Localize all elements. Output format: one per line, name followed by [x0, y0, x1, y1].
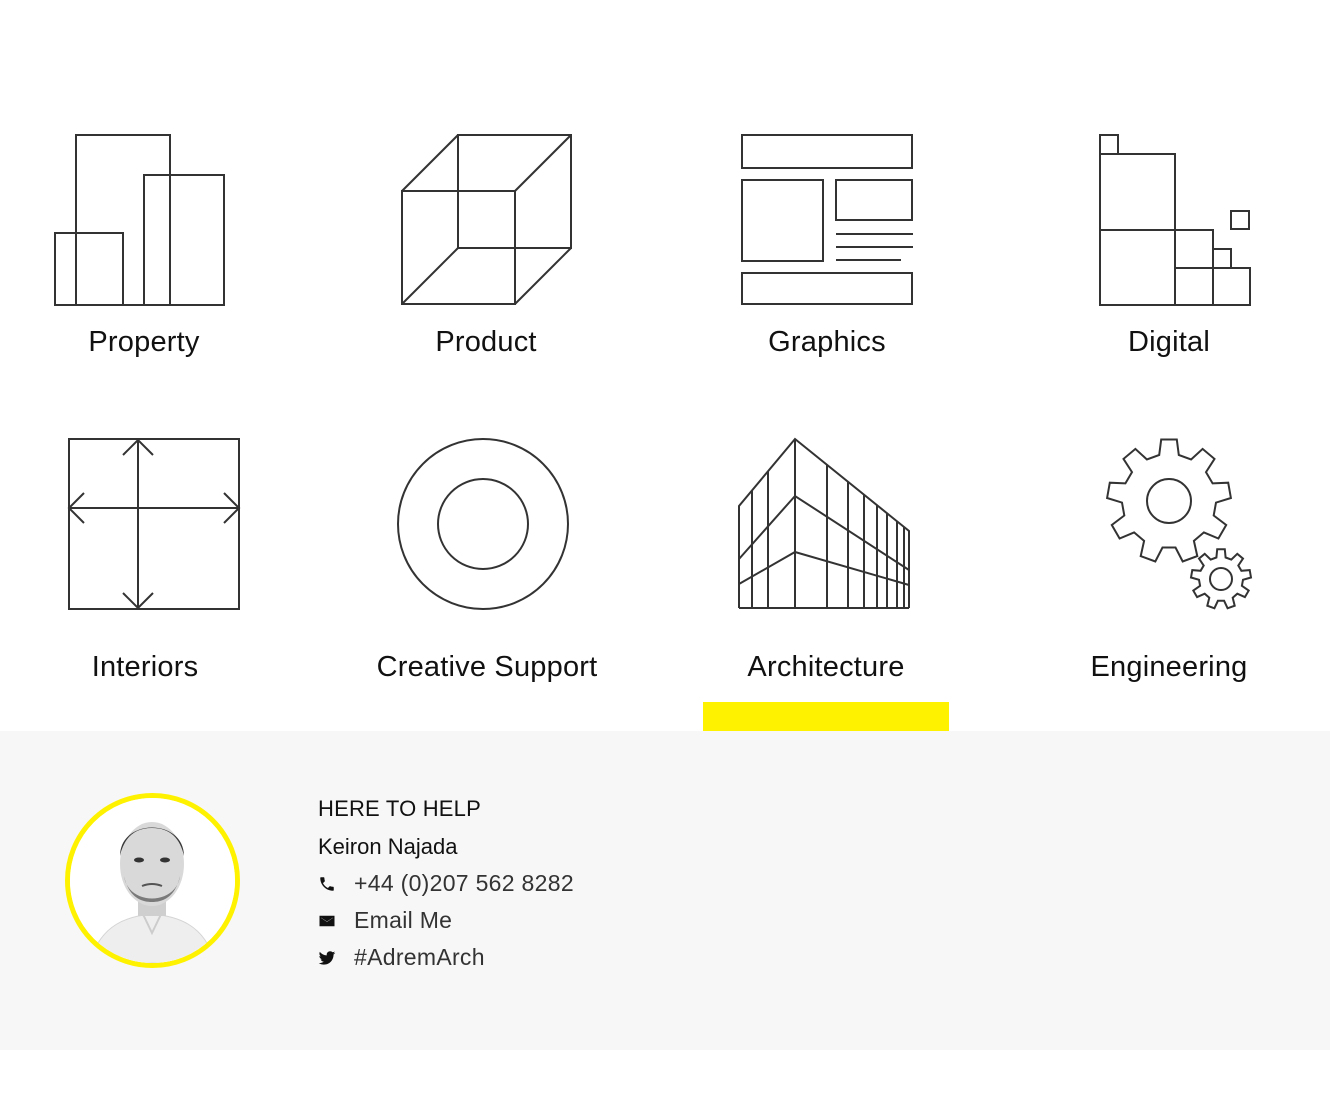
contact-details: HERE TO HELP Keiron Najada +44 (0)207 56… — [318, 792, 574, 976]
gears-icon — [1105, 438, 1253, 610]
layout-icon — [741, 134, 913, 305]
active-service-indicator — [703, 702, 949, 732]
cube-icon — [401, 134, 572, 305]
service-label: Property — [88, 326, 200, 358]
service-interiors[interactable]: Interiors — [0, 434, 295, 694]
property-buildings-icon — [54, 134, 225, 306]
building-facade-icon — [738, 437, 910, 609]
service-label: Creative Support — [376, 651, 598, 683]
contact-name: Keiron Najada — [318, 834, 458, 859]
service-label: Graphics — [768, 326, 886, 358]
service-product[interactable]: Product — [336, 130, 636, 370]
service-label: Interiors — [91, 651, 199, 683]
phone-row: +44 (0)207 562 8282 — [318, 865, 574, 902]
service-digital[interactable]: Digital — [1019, 130, 1319, 370]
contact-heading: HERE TO HELP — [318, 796, 481, 821]
email-link[interactable]: Email Me — [354, 907, 452, 934]
avatar — [65, 793, 240, 968]
services-grid: Property Product Graphics Digital Interi… — [0, 0, 1330, 732]
twitter-link[interactable]: #AdremArch — [354, 944, 485, 971]
twitter-icon — [318, 948, 354, 968]
service-label: Digital — [1128, 326, 1210, 358]
service-label: Product — [435, 326, 537, 358]
email-row: Email Me — [318, 902, 574, 939]
twitter-row: #AdremArch — [318, 939, 574, 976]
service-engineering[interactable]: Engineering — [1019, 434, 1319, 694]
envelope-icon — [318, 911, 354, 931]
service-creative-support[interactable]: Creative Support — [337, 434, 637, 694]
service-label: Architecture — [747, 651, 905, 683]
phone-link[interactable]: +44 (0)207 562 8282 — [354, 870, 574, 897]
phone-icon — [318, 874, 354, 894]
service-label: Engineering — [1090, 651, 1248, 683]
ring-icon — [397, 438, 569, 610]
person-photo — [70, 798, 235, 963]
service-graphics[interactable]: Graphics — [677, 130, 977, 370]
service-property[interactable]: Property — [0, 130, 294, 370]
service-architecture[interactable]: Architecture — [676, 434, 976, 694]
pixel-blocks-icon — [1099, 134, 1251, 306]
expand-arrows-icon — [67, 438, 241, 610]
